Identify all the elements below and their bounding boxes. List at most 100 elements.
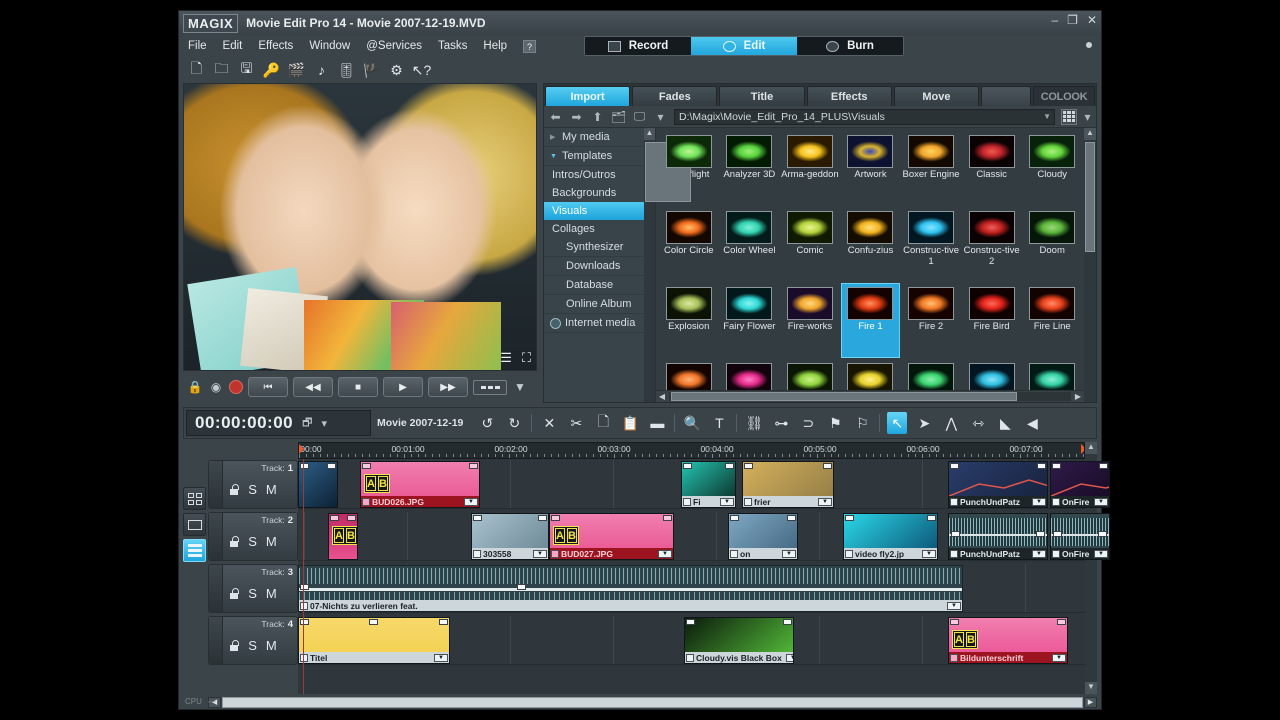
clip-menu-icon[interactable]: ▼ (434, 653, 448, 662)
audio-mode-icon[interactable]: ◀ (1022, 412, 1042, 434)
reel-icon[interactable]: ◉ (208, 379, 224, 395)
movie-name-label[interactable]: Movie 2007-12-19 (377, 417, 471, 429)
media-item[interactable]: Artwork (841, 131, 901, 206)
folder-tree-icon[interactable]: 🗂 (611, 110, 626, 124)
grid-hscroll-track[interactable] (669, 392, 1071, 401)
mute-button[interactable]: M (266, 638, 277, 653)
grid-vertical-scrollbar[interactable]: ▲ (1084, 128, 1096, 402)
media-item[interactable] (962, 359, 1022, 390)
magnet-icon[interactable]: ⊃ (798, 412, 818, 434)
grid-horizontal-scrollbar[interactable]: ◀ ▶ (656, 390, 1084, 402)
stop-button[interactable]: ■ (338, 377, 378, 397)
media-item[interactable] (841, 359, 901, 390)
save-project-icon[interactable]: 🖫 (237, 60, 256, 80)
path-dropdown-icon[interactable]: ▼ (1043, 112, 1051, 121)
timeline-clip[interactable]: OnFire ▼ (1050, 461, 1110, 508)
timeline-clip[interactable] (298, 461, 338, 508)
mixer-icon[interactable]: 🎚 (337, 61, 356, 80)
clip-toggle-icon[interactable] (744, 497, 752, 506)
clip-handle[interactable] (300, 463, 309, 469)
up-arrow-icon[interactable]: ⬆ (590, 110, 605, 124)
clip-handle[interactable] (951, 531, 960, 537)
title-icon[interactable]: T (709, 412, 729, 434)
menu-edit[interactable]: Edit (223, 40, 243, 52)
media-item[interactable]: Fire-works (780, 283, 840, 358)
media-item[interactable]: Analyzer 3D (720, 131, 780, 206)
scroll-down-icon[interactable]: ▼ (1085, 682, 1097, 694)
sidebar-item-my-media[interactable]: ▶ My media (544, 128, 655, 147)
mode-burn[interactable]: Burn (797, 37, 903, 55)
sidebar-item-collages[interactable]: Collages (544, 220, 655, 238)
timeline-clip[interactable]: frier ▼ (742, 461, 834, 508)
clip-handle[interactable] (1099, 463, 1108, 469)
close-button[interactable]: ✕ (1087, 13, 1097, 27)
minimize-button[interactable]: – (1051, 13, 1058, 27)
clip-handle[interactable] (551, 515, 560, 521)
tab-fades[interactable]: Fades (632, 86, 718, 106)
clip-toggle-icon[interactable] (950, 653, 958, 662)
clip-handle[interactable] (730, 515, 739, 521)
record-button[interactable] (229, 380, 243, 394)
clip-handle[interactable] (823, 463, 832, 469)
tab-title[interactable]: Title (719, 86, 805, 106)
rewind-button[interactable]: ◀◀ (293, 377, 333, 397)
timeline-clip[interactable]: AB (328, 513, 358, 560)
open-project-icon[interactable]: 🗀 (212, 60, 231, 80)
mouse-mode-arrow-icon[interactable]: ➤ (914, 412, 934, 434)
clip-handle[interactable] (1098, 531, 1107, 537)
mode-edit[interactable]: Edit (691, 37, 797, 55)
clip-toggle-icon[interactable] (1052, 497, 1060, 506)
solo-button[interactable]: S (248, 638, 257, 653)
track-grip[interactable] (209, 513, 223, 560)
clip-menu-icon[interactable]: ▼ (782, 549, 796, 558)
clip-menu-icon[interactable]: ▼ (1032, 549, 1046, 558)
clip-handle[interactable] (1053, 531, 1062, 537)
sidebar-item-backgrounds[interactable]: Backgrounds (544, 184, 655, 202)
clip-handle[interactable] (538, 515, 547, 521)
export-video-icon[interactable]: 🎬 (287, 61, 306, 80)
sidebar-item-synthesizer[interactable]: Synthesizer (544, 238, 655, 257)
tab-import[interactable]: Import (545, 86, 631, 106)
settings-icon[interactable]: ⚙ (387, 61, 406, 80)
tree-scrollbar[interactable]: ▲ (644, 128, 691, 402)
clip-menu-icon[interactable]: ▼ (818, 497, 832, 506)
fullscreen-icon[interactable]: ⛶ (522, 350, 531, 366)
clip-toggle-icon[interactable] (1052, 549, 1060, 558)
play-button[interactable]: ▶ (383, 377, 423, 397)
clip-handle[interactable] (1037, 463, 1046, 469)
media-item[interactable]: Construc-tive 1 (901, 207, 961, 282)
clip-toggle-icon[interactable] (683, 497, 691, 506)
menu-window[interactable]: Window (309, 40, 350, 52)
desktop-icon[interactable]: 🖵 (632, 109, 647, 124)
media-item[interactable]: Confu-zius (841, 207, 901, 282)
clip-toggle-icon[interactable] (551, 549, 559, 558)
clip-handle[interactable] (1036, 531, 1045, 537)
timeline-clip[interactable]: PunchUndPatz ▼ (948, 513, 1048, 560)
clip-toggle-icon[interactable] (950, 549, 958, 558)
clip-handle[interactable] (686, 619, 695, 625)
media-item[interactable]: Fairy Flower (720, 283, 780, 358)
scroll-up-icon[interactable]: ▲ (644, 128, 655, 140)
mute-button[interactable]: M (266, 534, 277, 549)
clip-menu-icon[interactable]: ▼ (1094, 549, 1108, 558)
timeline-clip[interactable]: PunchUndPatz ▼ (948, 461, 1048, 508)
clip-toggle-icon[interactable] (686, 653, 694, 662)
track-grip[interactable] (209, 565, 223, 612)
unlock-icon[interactable] (229, 536, 240, 547)
sidebar-item-visuals[interactable]: Visuals (544, 202, 655, 220)
clip-handle[interactable] (744, 463, 753, 469)
scene-detection-icon[interactable]: 🔍 (682, 412, 702, 434)
media-item[interactable]: Explosion (659, 283, 719, 358)
mouse-mode-single-icon[interactable]: ↖ (887, 412, 908, 434)
ungroup-icon[interactable]: ⊶ (771, 412, 791, 434)
media-item[interactable]: Comic (780, 207, 840, 282)
clip-menu-icon[interactable]: ▼ (1094, 497, 1108, 506)
clip-handle[interactable] (439, 619, 448, 625)
clip-handle[interactable] (369, 619, 378, 625)
clip-handle[interactable] (473, 515, 482, 521)
clip-handle[interactable] (927, 515, 936, 521)
ab-marker[interactable]: AB (553, 526, 579, 545)
marker-icon[interactable]: ⚑ (825, 412, 845, 434)
clip-handle[interactable] (950, 463, 959, 469)
clip-handle[interactable] (663, 515, 672, 521)
